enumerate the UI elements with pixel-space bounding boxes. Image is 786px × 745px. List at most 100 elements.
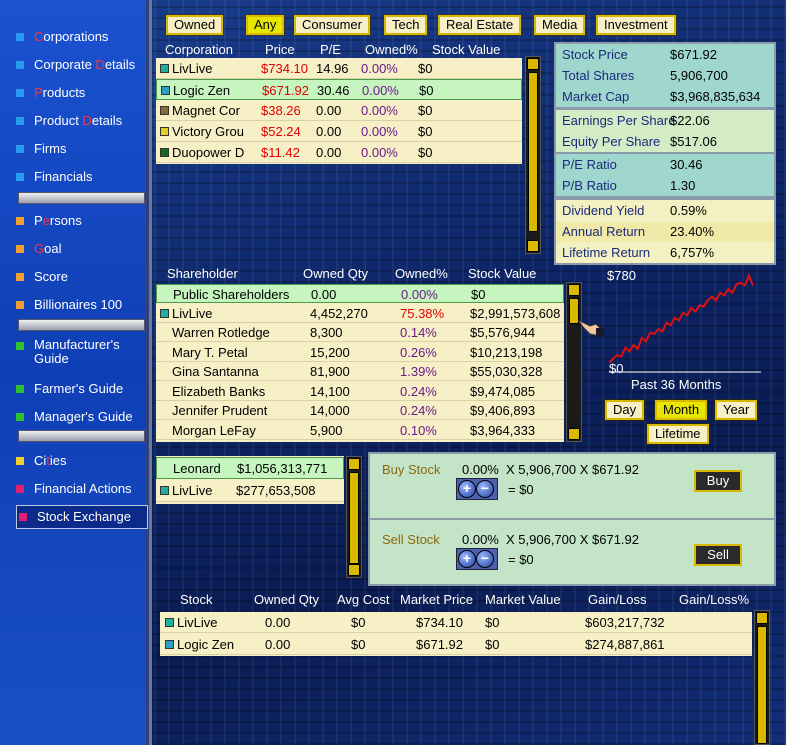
scroll-up-button[interactable] [348, 458, 360, 470]
sidebar-item-manufacturer-s-guide[interactable]: Manufacturer's Guide [16, 338, 142, 368]
column-header[interactable]: Owned% [395, 266, 448, 281]
column-header[interactable]: Gain/Loss% [679, 592, 749, 607]
shareholder-qty: 0.00 [311, 287, 337, 302]
shareholder-value: $55,030,328 [470, 364, 543, 379]
scroll-thumb[interactable] [528, 72, 538, 232]
shareholder-qty: 14,000 [310, 403, 350, 418]
year-button[interactable]: Year [713, 399, 759, 421]
sidebar-item-label: Financials [34, 169, 93, 184]
corporations-scrollbar[interactable] [525, 56, 541, 254]
scroll-up-button[interactable] [756, 612, 768, 624]
shareholder-row[interactable]: Mary T. Petal 15,200 0.26% $10,213,198 [156, 343, 564, 362]
corporation-owned-pct: 0.00% [361, 61, 398, 76]
sidebar-item-billionaires-100[interactable]: Billionaires 100 [16, 294, 122, 316]
corporation-row[interactable]: Magnet Cor $38.26 0.00 0.00% $0 [156, 100, 522, 121]
sidebar-item-financials[interactable]: Financials [16, 166, 93, 188]
sidebar-item-farmer-s-guide[interactable]: Farmer's Guide [16, 378, 123, 400]
corporation-row[interactable]: Duopower D $11.42 0.00 0.00% $0 [156, 142, 522, 163]
scroll-thumb[interactable] [349, 472, 359, 564]
shareholder-value: $2,991,573,608 [470, 305, 561, 321]
tab-investment[interactable]: Investment [595, 14, 677, 36]
players-table: Leonard $1,056,313,771 LivLive $277,653,508 [156, 456, 344, 504]
corporation-row[interactable]: Victory Grou $52.24 0.00 0.00% $0 [156, 121, 522, 142]
column-header[interactable]: Market Price [400, 592, 473, 607]
sidebar-item-corporate-details[interactable]: Corporate Details [16, 54, 135, 76]
scroll-down-button[interactable] [527, 240, 539, 252]
column-header[interactable]: Shareholder [167, 266, 238, 281]
sidebar-item-stock-exchange[interactable]: Stock Exchange [16, 505, 148, 529]
shareholder-row[interactable]: Public Shareholders 0.00 0.00% $0 [156, 284, 564, 303]
column-header[interactable]: P/E [320, 42, 341, 57]
lifetime-button[interactable]: Lifetime [646, 423, 710, 445]
scroll-down-button[interactable] [348, 564, 360, 576]
column-header[interactable]: Corporation [165, 42, 233, 57]
portfolio-row[interactable]: LivLive 0.00 $0 $734.10 $0 $603,217,732 [160, 612, 752, 633]
corporation-name: LivLive [172, 61, 213, 76]
tab-owned[interactable]: Owned [164, 14, 225, 36]
column-header[interactable]: Owned Qty [254, 592, 319, 607]
sell-plus-icon[interactable]: + [458, 550, 476, 568]
players-scrollbar[interactable] [346, 456, 362, 578]
scroll-up-button[interactable] [568, 284, 580, 296]
shareholder-row[interactable]: Jennifer Prudent 14,000 0.24% $9,406,893 [156, 401, 564, 420]
sidebar-item-corporations[interactable]: Corporations [16, 26, 108, 48]
shareholder-row[interactable]: LivLive 4,452,270 75.38% $2,991,573,608 [156, 304, 564, 323]
column-header[interactable]: Stock Value [432, 42, 500, 57]
corporation-row[interactable]: LivLive $734.10 14.96 0.00% $0 [156, 58, 522, 79]
portfolio-scrollbar[interactable] [754, 610, 770, 745]
sidebar-item-product-details[interactable]: Product Details [16, 110, 122, 132]
day-button[interactable]: Day [603, 399, 646, 421]
buy-plus-icon[interactable]: + [458, 480, 476, 498]
tab-consumer[interactable]: Consumer [293, 14, 371, 36]
sidebar-item-cities[interactable]: Cities [16, 450, 67, 472]
buy-percent: 0.00% [462, 462, 499, 477]
sidebar-item-persons[interactable]: Persons [16, 210, 82, 232]
portfolio-row[interactable]: Logic Zen 0.00 $0 $671.92 $0 $274,887,861 [160, 634, 752, 655]
sidebar-item-label: Cities [34, 453, 67, 468]
month-button[interactable]: Month [653, 399, 709, 421]
column-header[interactable]: Stock [180, 592, 213, 607]
corporation-stock-value: $0 [418, 103, 433, 118]
buy-button[interactable]: Buy [694, 470, 742, 492]
stock-info-row: Lifetime Return 6,757% [556, 243, 774, 263]
buy-minus-icon[interactable]: − [476, 480, 494, 498]
bullet-icon [16, 413, 24, 421]
shareholder-row[interactable]: Warren Rotledge 8,300 0.14% $5,576,944 [156, 323, 564, 342]
column-header[interactable]: Owned Qty [303, 266, 368, 281]
shareholder-value: $9,406,893 [470, 403, 536, 418]
corporation-stock-value: $0 [418, 61, 433, 76]
scroll-thumb[interactable] [757, 626, 767, 744]
sidebar-item-manager-s-guide[interactable]: Manager's Guide [16, 406, 133, 428]
player-row[interactable]: Leonard $1,056,313,771 [156, 457, 344, 479]
shareholder-row[interactable]: Morgan LeFay 5,900 0.10% $3,964,333 [156, 421, 564, 440]
stock-info-label: Total Shares [562, 68, 635, 83]
tab-real-estate[interactable]: Real Estate [436, 14, 523, 36]
column-header[interactable]: Owned% [365, 42, 418, 57]
tab-media[interactable]: Media [532, 14, 587, 36]
sidebar-item-goal[interactable]: Goal [16, 238, 61, 260]
tab-tech[interactable]: Tech [382, 14, 429, 36]
column-header[interactable]: Avg Cost [337, 592, 390, 607]
sidebar-item-score[interactable]: Score [16, 266, 68, 288]
shareholder-row[interactable]: Elizabeth Banks 14,100 0.24% $9,474,085 [156, 382, 564, 401]
column-header[interactable]: Gain/Loss [588, 592, 647, 607]
shareholders-scrollbar[interactable] [566, 282, 582, 442]
sidebar-item-products[interactable]: Products [16, 82, 85, 104]
scroll-up-button[interactable] [527, 58, 539, 70]
shareholder-value: $10,213,198 [470, 344, 543, 360]
player-row[interactable]: LivLive $277,653,508 [156, 480, 344, 502]
column-header[interactable]: Market Value [485, 592, 561, 607]
column-header[interactable]: Price [265, 42, 295, 57]
sidebar-item-firms[interactable]: Firms [16, 138, 67, 160]
player-name: Leonard [173, 461, 221, 476]
sidebar-item-financial-actions[interactable]: Financial Actions [16, 478, 132, 500]
scroll-down-button[interactable] [568, 428, 580, 440]
sell-minus-icon[interactable]: − [476, 550, 494, 568]
shareholder-row[interactable]: Gina Santanna 81,900 1.39% $55,030,328 [156, 362, 564, 381]
tab-any[interactable]: Any [244, 14, 286, 36]
corporation-row[interactable]: Logic Zen $671.92 30.46 0.00% $0 [156, 79, 522, 100]
bullet-icon [16, 301, 24, 309]
sell-button[interactable]: Sell [694, 544, 742, 566]
stock-info-group1: Stock Price $671.92 Total Shares 5,906,700 M… [554, 42, 776, 109]
column-header[interactable]: Stock Value [468, 266, 536, 281]
